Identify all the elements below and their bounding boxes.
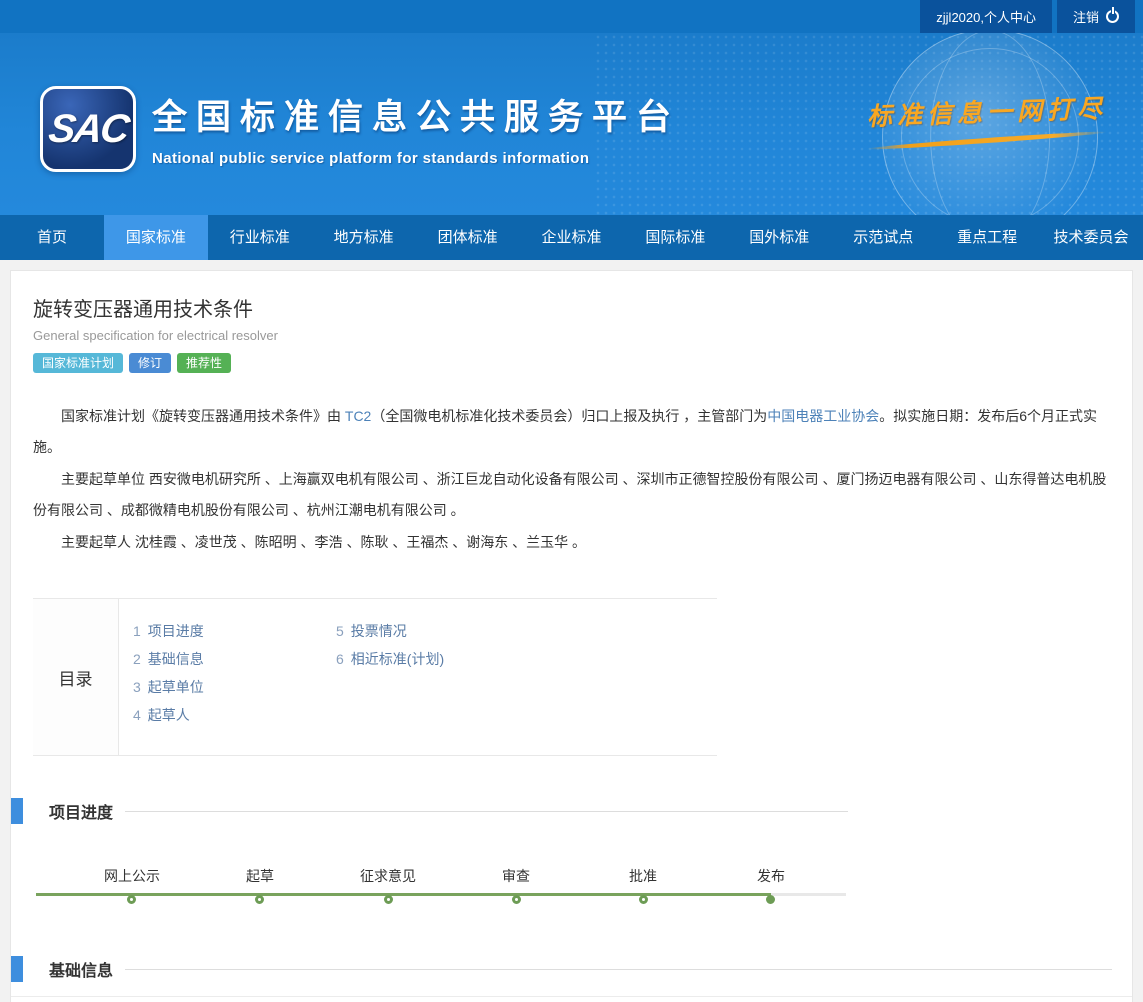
toc-link: 投票情况: [351, 623, 407, 639]
site-title-block: 全国标准信息公共服务平台 National public service pla…: [152, 89, 680, 167]
slogan-block: 标准信息一网打尽: [867, 93, 1107, 143]
timeline-step-dot: [384, 895, 393, 904]
paragraph-drafting-units: 主要起草单位 西安微电机研究所 、上海赢双电机有限公司 、浙江巨龙自动化设备有限…: [33, 464, 1110, 526]
tag-national-standard-plan: 国家标准计划: [33, 353, 123, 373]
toc-column-1: 1 项目进度 2 基础信息 3 起草单位 4 起草人: [133, 617, 336, 729]
toc-item-similar-standards[interactable]: 6 相近标准(计划): [336, 645, 444, 673]
timeline-step-label: 网上公示: [104, 866, 160, 886]
toc-link: 项目进度: [148, 623, 204, 639]
p1-text-before: 国家标准计划《旋转变压器通用技术条件》由: [61, 408, 345, 424]
nav-item-enterprise-standards[interactable]: 企业标准: [520, 215, 624, 260]
toc-num: 2: [133, 651, 141, 667]
toc-item-voting[interactable]: 5 投票情况: [336, 617, 444, 645]
toc-item-progress[interactable]: 1 项目进度: [133, 617, 336, 645]
nav-item-group-standards[interactable]: 团体标准: [416, 215, 520, 260]
logout-label: 注销: [1073, 7, 1099, 26]
nav-item-technical-committees[interactable]: 技术委员会: [1039, 215, 1143, 260]
toc-box: 目录 1 项目进度 2 基础信息 3 起草单位 4 起草人 5 投票情况 6 相近标准(计划…: [33, 598, 717, 756]
toc-link: 起草人: [148, 707, 190, 723]
content-card: 旋转变压器通用技术条件 General specification for el…: [10, 270, 1133, 1002]
timeline-step-dot: [766, 895, 775, 904]
timeline-step-review: 审查: [502, 866, 530, 904]
tag-recommended: 推荐性: [177, 353, 231, 373]
nav-item-industry-standards[interactable]: 行业标准: [208, 215, 312, 260]
section-rule: [125, 811, 848, 812]
page-title: 旋转变压器通用技术条件: [33, 271, 1110, 322]
toc-link: 起草单位: [148, 679, 204, 695]
user-center-button[interactable]: zjjl2020,个人中心: [920, 0, 1052, 33]
timeline-step-public-notice: 网上公示: [104, 866, 160, 904]
timeline-step-dot: [512, 895, 521, 904]
tc2-link[interactable]: TC2: [345, 408, 371, 424]
timeline-step-publication: 发布: [757, 866, 785, 904]
timeline-step-label: 征求意见: [360, 866, 416, 886]
toc-column-2: 5 投票情况 6 相近标准(计划): [336, 617, 444, 729]
section-heading-progress: 项目进度: [11, 798, 1110, 824]
timeline-step-comments: 征求意见: [360, 866, 416, 904]
toc-num: 4: [133, 707, 141, 723]
section-title-basic-info: 基础信息: [49, 957, 113, 981]
timeline-step-dot: [639, 895, 648, 904]
page-subtitle-en: General specification for electrical res…: [33, 328, 1110, 343]
timeline-step-label: 起草: [246, 866, 274, 886]
section-heading-basic-info: 基础信息: [11, 956, 1110, 982]
logout-button[interactable]: 注销: [1057, 0, 1135, 33]
slogan-text: 标准信息一网打尽: [866, 89, 1107, 133]
nav-item-home[interactable]: 首页: [0, 215, 104, 260]
nav-item-foreign-standards[interactable]: 国外标准: [727, 215, 831, 260]
section-title-progress: 项目进度: [49, 799, 113, 823]
sac-logo-text: SAC: [46, 107, 131, 152]
nav-item-international-standards[interactable]: 国际标准: [623, 215, 727, 260]
toc-link: 相近标准(计划): [351, 651, 444, 667]
toc-item-drafters[interactable]: 4 起草人: [133, 701, 336, 729]
toc-num: 6: [336, 651, 344, 667]
nav-item-national-standards[interactable]: 国家标准: [104, 215, 208, 260]
timeline-step-drafting: 起草: [246, 866, 274, 904]
progress-timeline: 网上公示 起草 征求意见 审查 批准 发布: [36, 838, 846, 904]
association-link[interactable]: 中国电器工业协会: [767, 408, 879, 424]
section-bar-icon: [11, 798, 23, 824]
nav-item-pilot-projects[interactable]: 示范试点: [831, 215, 935, 260]
toc-num: 1: [133, 623, 141, 639]
site-title-cn: 全国标准信息公共服务平台: [152, 89, 680, 140]
timeline-step-label: 发布: [757, 866, 785, 886]
power-icon: [1106, 10, 1119, 23]
paragraph-drafters: 主要起草人 沈桂霞 、凌世茂 、陈昭明 、李浩 、陈耿 、王福杰 、谢海东 、兰…: [33, 527, 1110, 558]
p1-text-mid: （全国微电机标准化技术委员会）归口上报及执行 ，主管部门为: [371, 408, 767, 424]
site-title-en: National public service platform for sta…: [152, 150, 680, 167]
timeline-step-dot: [127, 895, 136, 904]
toc-item-drafting-units[interactable]: 3 起草单位: [133, 673, 336, 701]
nav-item-key-projects[interactable]: 重点工程: [935, 215, 1039, 260]
main-nav: 首页 国家标准 行业标准 地方标准 团体标准 企业标准 国际标准 国外标准 示范…: [0, 215, 1143, 260]
nav-item-local-standards[interactable]: 地方标准: [312, 215, 416, 260]
timeline-step-approval: 批准: [629, 866, 657, 904]
sac-logo[interactable]: SAC: [40, 86, 136, 172]
paragraph-overview: 国家标准计划《旋转变压器通用技术条件》由 TC2（全国微电机标准化技术委员会）归…: [33, 401, 1110, 463]
bottom-divider: [11, 996, 1132, 1002]
timeline-step-label: 批准: [629, 866, 657, 886]
toc-columns: 1 项目进度 2 基础信息 3 起草单位 4 起草人 5 投票情况 6 相近标准(计划): [119, 599, 717, 755]
toc-item-basic-info[interactable]: 2 基础信息: [133, 645, 336, 673]
page-background: 旋转变压器通用技术条件 General specification for el…: [0, 260, 1143, 1002]
toc-link: 基础信息: [148, 651, 204, 667]
timeline-step-label: 审查: [502, 866, 530, 886]
toc-num: 3: [133, 679, 141, 695]
tag-revision: 修订: [129, 353, 171, 373]
summary-paragraphs: 国家标准计划《旋转变压器通用技术条件》由 TC2（全国微电机标准化技术委员会）归…: [33, 401, 1110, 558]
tag-row: 国家标准计划 修订 推荐性: [33, 353, 1110, 373]
toc-num: 5: [336, 623, 344, 639]
section-bar-icon: [11, 956, 23, 982]
timeline-step-dot: [255, 895, 264, 904]
topbar: zjjl2020,个人中心 注销: [0, 0, 1143, 33]
header-banner: SAC 全国标准信息公共服务平台 National public service…: [0, 33, 1143, 215]
toc-label: 目录: [33, 599, 119, 755]
section-rule: [125, 969, 1112, 970]
user-center-label: zjjl2020,个人中心: [936, 7, 1036, 26]
